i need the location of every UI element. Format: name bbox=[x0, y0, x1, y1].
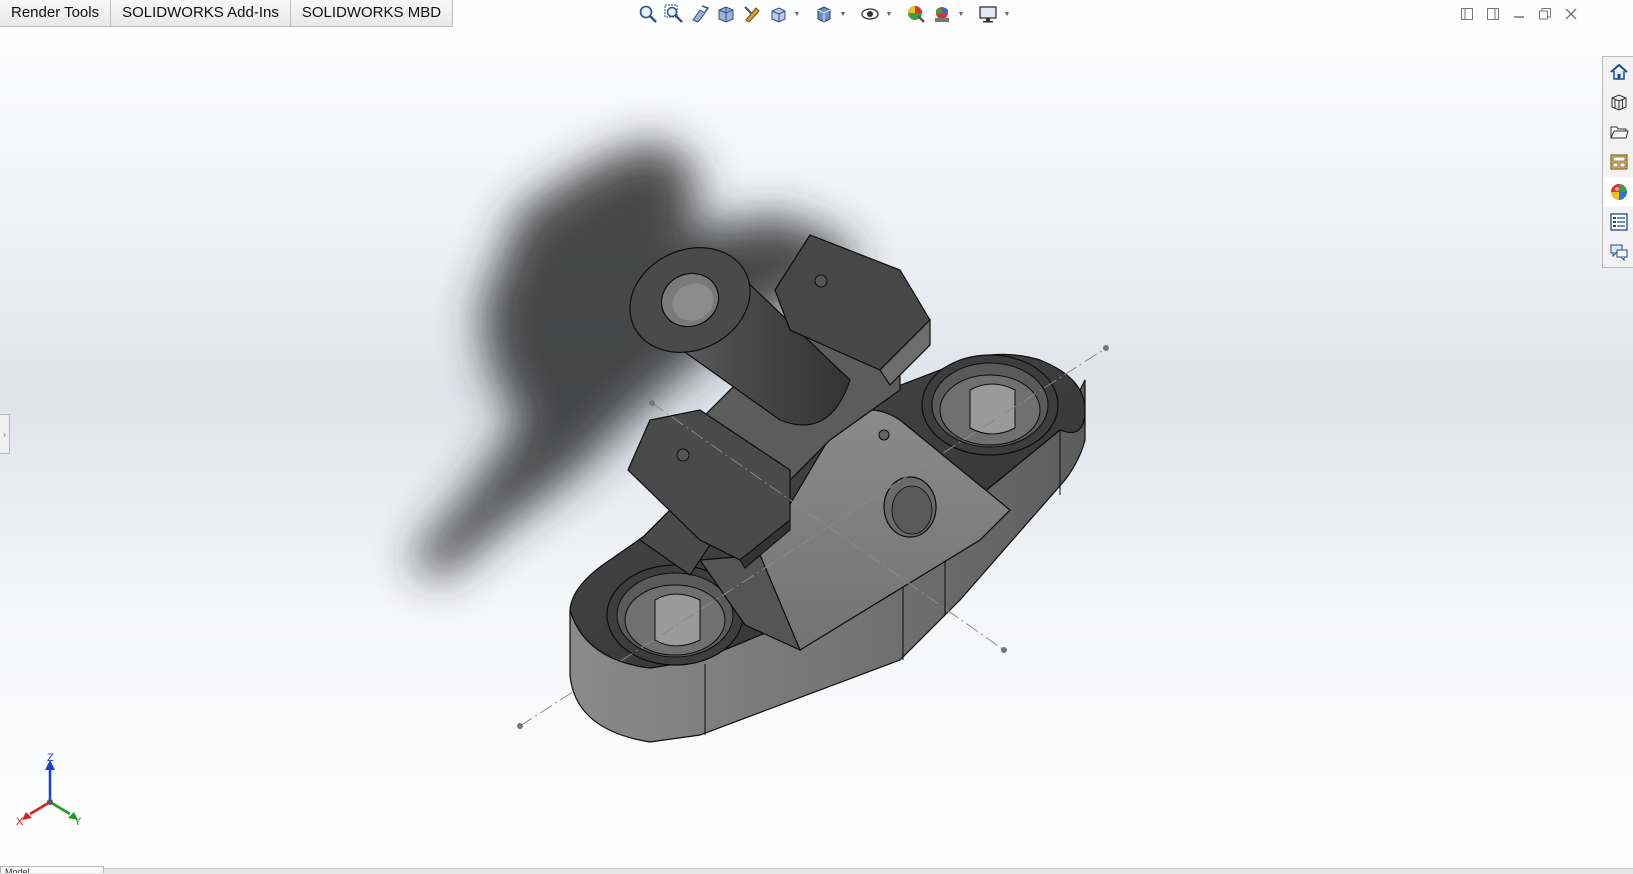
graphics-area[interactable]: Render Tools SOLIDWORKS Add-Ins SOLIDWOR… bbox=[0, 0, 1633, 874]
tile-left-icon[interactable] bbox=[1457, 4, 1477, 24]
bottom-tab-bar bbox=[0, 868, 1633, 874]
triad-x-label: X bbox=[16, 816, 24, 828]
display-style-dropdown[interactable]: ▼ bbox=[838, 2, 848, 26]
hide-show-items-dropdown[interactable]: ▼ bbox=[884, 2, 894, 26]
tab-model[interactable]: Model bbox=[0, 866, 104, 873]
solidworks-resources-home-icon[interactable] bbox=[1603, 57, 1633, 87]
3d-part-model[interactable] bbox=[0, 0, 1633, 873]
reference-triad: Z X Y bbox=[14, 752, 94, 828]
apply-scene-dropdown[interactable]: ▼ bbox=[956, 2, 966, 26]
triad-z-label: Z bbox=[47, 752, 54, 764]
tab-solidworks-add-ins[interactable]: SOLIDWORKS Add-Ins bbox=[111, 0, 291, 26]
zoom-to-area-icon[interactable] bbox=[662, 2, 686, 26]
document-window-controls bbox=[1457, 4, 1581, 24]
design-library-icon[interactable] bbox=[1603, 87, 1633, 117]
slot-hole-right bbox=[921, 354, 1059, 456]
heads-up-view-toolbar: ▼ ▼ ▼ ▼ ▼ bbox=[636, 2, 1012, 26]
zoom-to-fit-icon[interactable] bbox=[636, 2, 660, 26]
view-palette-icon[interactable] bbox=[1603, 147, 1633, 177]
display-style-icon[interactable] bbox=[812, 2, 836, 26]
solidworks-forum-icon[interactable] bbox=[1603, 237, 1633, 267]
minimize-icon[interactable] bbox=[1509, 4, 1529, 24]
view-settings-icon[interactable] bbox=[976, 2, 1000, 26]
tab-solidworks-mbd[interactable]: SOLIDWORKS MBD bbox=[290, 0, 454, 26]
tab-render-tools[interactable]: Render Tools bbox=[0, 0, 112, 26]
custom-properties-icon[interactable] bbox=[1603, 207, 1633, 237]
edit-appearance-icon[interactable] bbox=[904, 2, 928, 26]
file-explorer-icon[interactable] bbox=[1603, 117, 1633, 147]
task-pane-tabs bbox=[1602, 56, 1633, 268]
tile-right-icon[interactable] bbox=[1483, 4, 1503, 24]
command-manager-tabs: Render Tools SOLIDWORKS Add-Ins SOLIDWOR… bbox=[0, 0, 454, 27]
hide-show-items-icon[interactable] bbox=[858, 2, 882, 26]
section-view-icon[interactable] bbox=[714, 2, 738, 26]
close-icon[interactable] bbox=[1561, 4, 1581, 24]
view-orientation-dropdown[interactable]: ▼ bbox=[792, 2, 802, 26]
apply-scene-icon[interactable] bbox=[930, 2, 954, 26]
view-orientation-icon[interactable] bbox=[766, 2, 790, 26]
feature-manager-expand-handle[interactable]: › bbox=[0, 414, 10, 454]
restore-icon[interactable] bbox=[1535, 4, 1555, 24]
view-settings-dropdown[interactable]: ▼ bbox=[1002, 2, 1012, 26]
appearances-scenes-icon[interactable] bbox=[1603, 177, 1633, 207]
dynamic-annotation-icon[interactable] bbox=[740, 2, 764, 26]
triad-y-label: Y bbox=[74, 816, 82, 828]
previous-view-icon[interactable] bbox=[688, 2, 712, 26]
